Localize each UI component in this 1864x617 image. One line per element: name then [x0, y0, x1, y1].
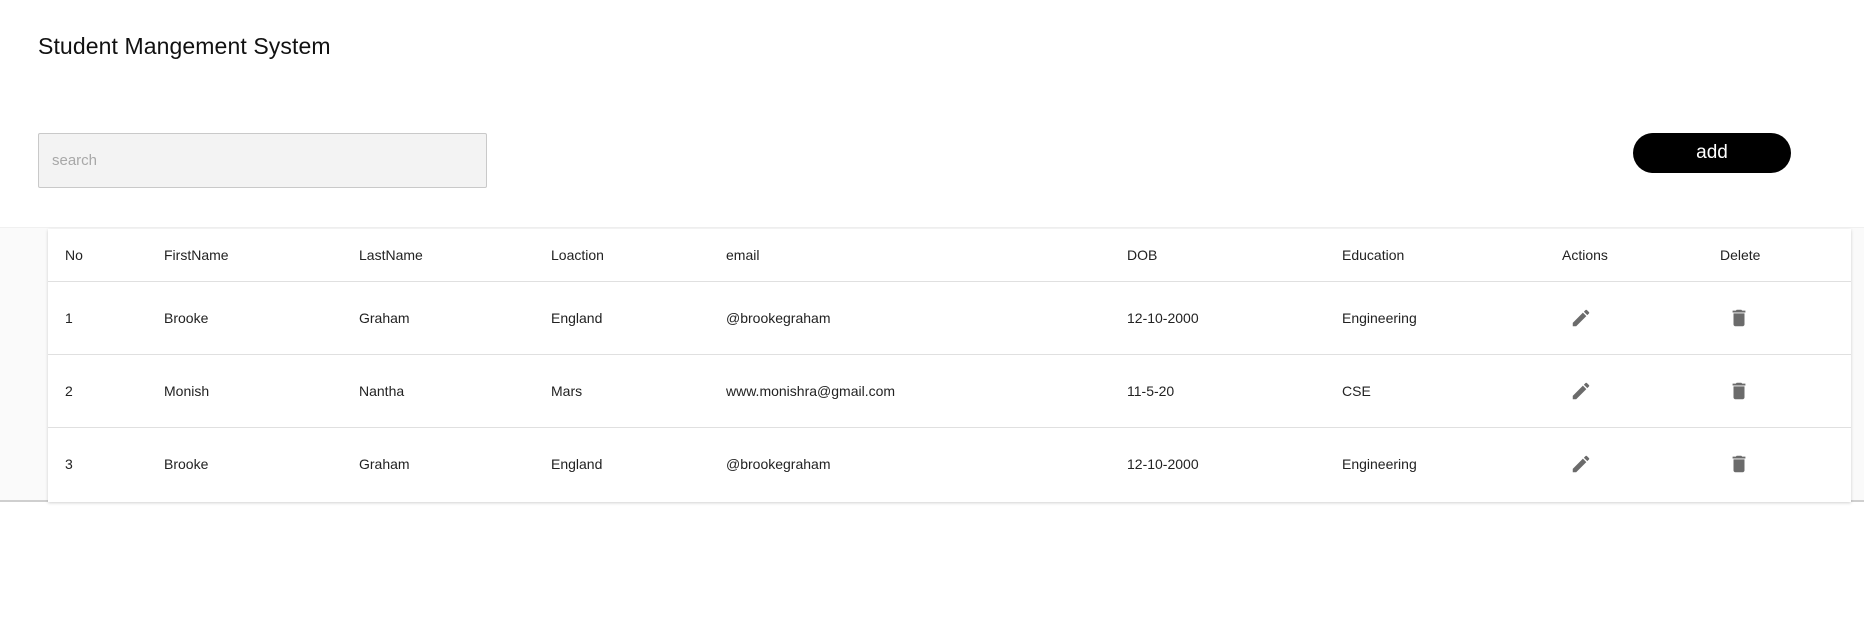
cell-email: @brookegraham [709, 281, 1110, 355]
column-header-location[interactable]: Loaction [534, 229, 709, 282]
cell-education: Engineering [1325, 281, 1545, 355]
cell-dob: 11-5-20 [1110, 354, 1325, 428]
cell-first-name: Brooke [164, 455, 209, 472]
edit-icon[interactable] [1567, 377, 1595, 405]
cell-delete [1703, 354, 1851, 428]
cell-education: CSE [1325, 354, 1545, 428]
column-header-dob[interactable]: DOB [1110, 229, 1325, 282]
column-header-email[interactable]: email [709, 229, 1110, 282]
column-header-delete: Delete [1703, 229, 1851, 282]
trash-icon[interactable] [1725, 304, 1753, 332]
cell-education: Engineering [1342, 455, 1417, 472]
cell-location: England [551, 455, 603, 472]
cell-no: 3 [65, 455, 73, 472]
cell-dob: 12-10-2000 [1127, 455, 1199, 472]
cell-last-name: Graham [359, 455, 410, 472]
students-table-card: No FirstName LastName Loaction email DOB… [48, 229, 1851, 502]
column-header-education[interactable]: Education [1325, 229, 1545, 282]
cell-email: www.monishra@gmail.com [709, 354, 1110, 428]
cell-first-name: Monish [147, 354, 342, 428]
app-title: Student Mangement System [38, 33, 331, 59]
cell-first-name: Brooke [147, 281, 342, 355]
cell-last-name: Graham [342, 281, 534, 355]
cell-no: 2 [48, 354, 147, 428]
edit-icon[interactable] [1567, 450, 1595, 478]
cell-last-name: Nantha [342, 354, 534, 428]
column-header-first-name[interactable]: FirstName [147, 229, 342, 282]
cell-location: England [534, 281, 709, 355]
table-header-row: No FirstName LastName Loaction email DOB… [48, 229, 1851, 282]
table-row: 3 Brooke Graham England @brookegraham 12… [48, 427, 1851, 500]
cell-no: 1 [48, 281, 147, 355]
cell-email: @brookegraham [726, 455, 831, 472]
cell-actions [1545, 354, 1703, 428]
table-row: 2 Monish Nantha Mars www.monishra@gmail.… [48, 354, 1851, 428]
edit-icon[interactable] [1567, 304, 1595, 332]
table-row: 1 Brooke Graham England @brookegraham 12… [48, 281, 1851, 355]
cell-delete [1703, 427, 1851, 500]
column-header-no[interactable]: No [48, 229, 147, 282]
cell-delete [1703, 281, 1851, 355]
column-header-last-name[interactable]: LastName [342, 229, 534, 282]
trash-icon[interactable] [1725, 450, 1753, 478]
trash-icon[interactable] [1725, 377, 1753, 405]
students-table: No FirstName LastName Loaction email DOB… [48, 229, 1851, 500]
page: Student Mangement System add No FirstNam… [0, 0, 1864, 617]
cell-location: Mars [534, 354, 709, 428]
add-button[interactable]: add [1633, 133, 1791, 173]
cell-actions [1545, 281, 1703, 355]
search-input[interactable] [38, 133, 487, 188]
cell-actions [1545, 427, 1703, 500]
column-header-actions: Actions [1545, 229, 1703, 282]
cell-dob: 12-10-2000 [1110, 281, 1325, 355]
